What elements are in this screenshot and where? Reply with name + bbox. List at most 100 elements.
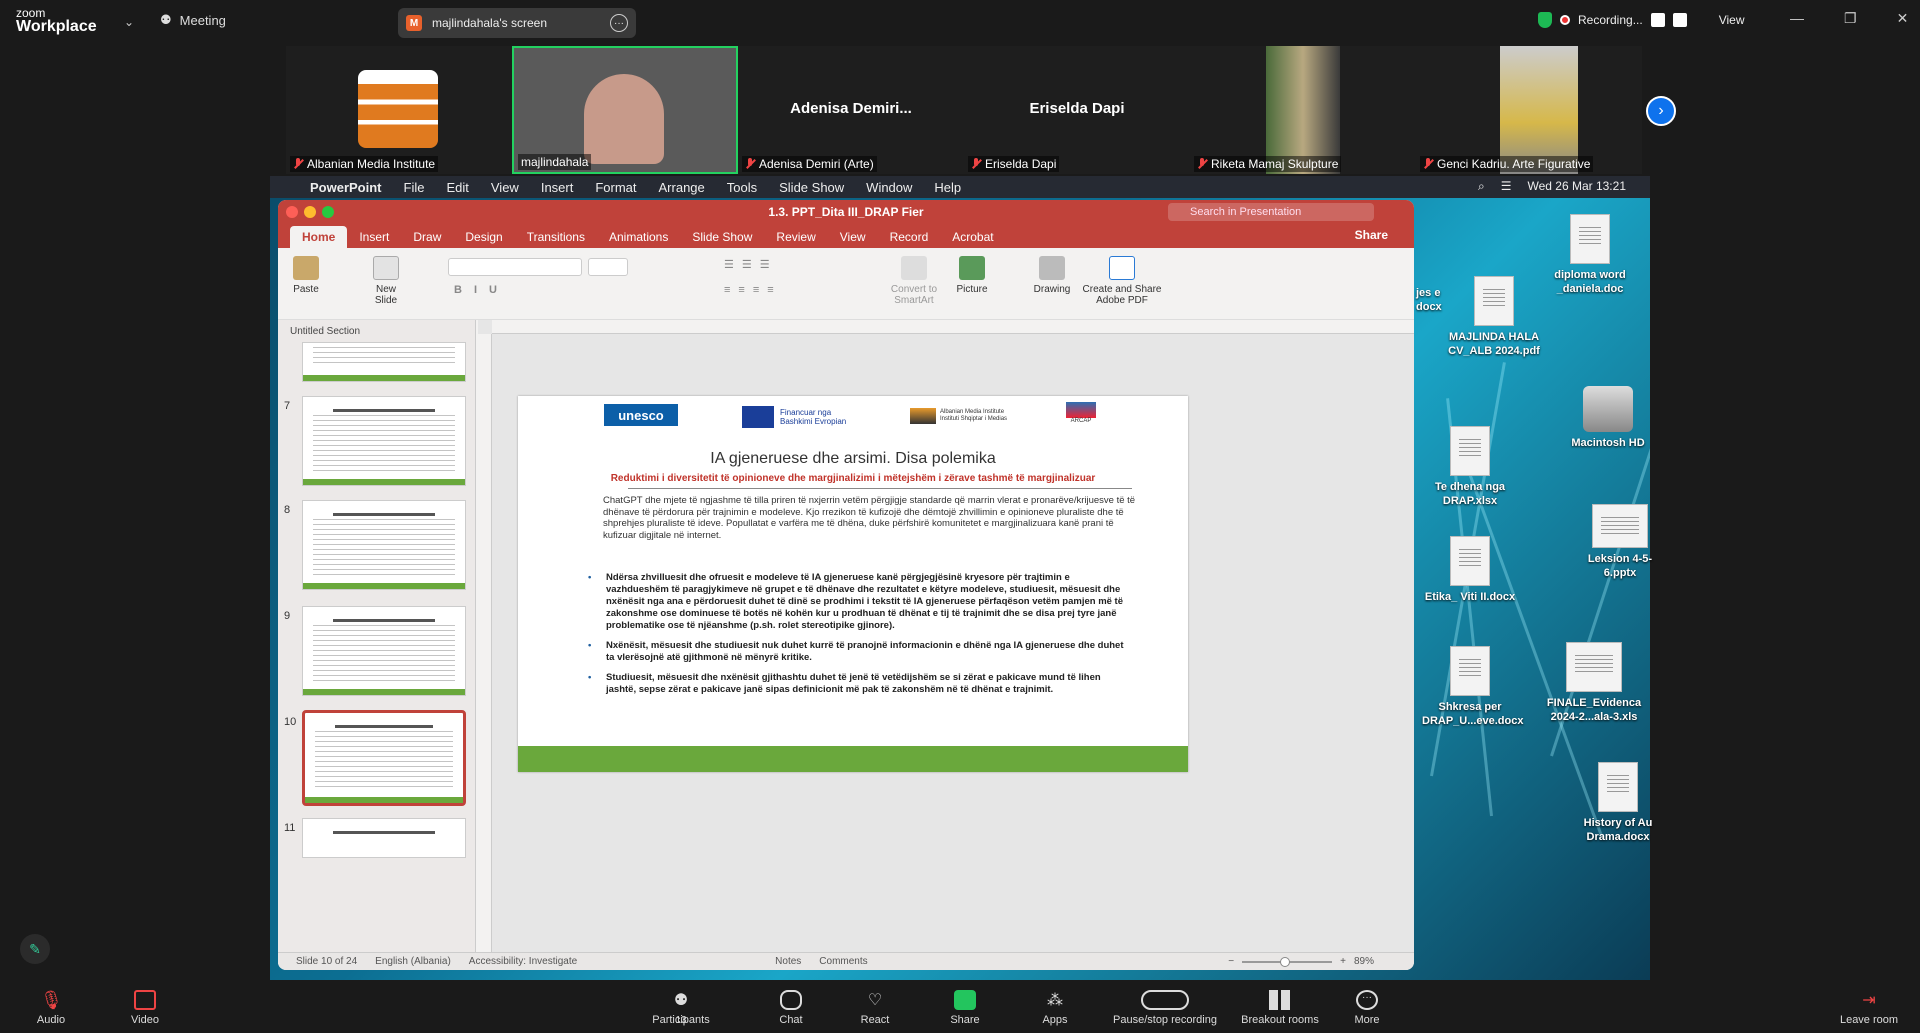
tab-slide-show[interactable]: Slide Show — [680, 226, 764, 248]
desktop-file[interactable]: MAJLINDA HALA CV_ALB 2024.pdf — [1446, 276, 1542, 358]
desktop-drive[interactable]: Macintosh HD — [1560, 386, 1656, 450]
desktop-file[interactable]: diplomа word _daniela.doc — [1542, 214, 1638, 296]
minimize-icon[interactable]: — — [1790, 10, 1804, 27]
notes-button[interactable]: Notes — [775, 956, 801, 967]
drawing-button[interactable]: Drawing — [1030, 256, 1074, 295]
menu-insert[interactable]: Insert — [541, 180, 574, 195]
more-icon[interactable]: ··· — [610, 14, 628, 32]
menu-format[interactable]: Format — [595, 180, 636, 195]
desktop-file[interactable]: jes e docx — [1416, 286, 1456, 314]
tab-acrobat[interactable]: Acrobat — [940, 226, 1005, 248]
video-button[interactable]: Video — [100, 990, 190, 1026]
slide-thumbnail[interactable] — [302, 606, 466, 696]
font-size-input[interactable] — [588, 258, 628, 276]
meeting-label: Meeting — [179, 12, 226, 28]
slide-thumbnail[interactable] — [302, 500, 466, 590]
convert-smartart-button[interactable]: Convert to SmartArt — [886, 256, 942, 306]
slide-thumbnail[interactable] — [302, 818, 466, 858]
slide-thumbnail-selected[interactable] — [302, 710, 466, 806]
apps-button[interactable]: ⁂ Apps — [1010, 990, 1100, 1026]
participant-name: Albanian Media Institute — [307, 157, 436, 171]
tab-review[interactable]: Review — [764, 226, 827, 248]
muted-mic-icon — [971, 158, 981, 170]
menu-view[interactable]: View — [491, 180, 519, 195]
menu-edit[interactable]: Edit — [446, 180, 468, 195]
chevron-down-icon[interactable]: ⌄ — [124, 15, 134, 29]
control-center-icon[interactable]: ☰ — [1501, 179, 1512, 194]
leave-room-button[interactable]: ⇥ Leave room — [1824, 990, 1914, 1026]
menu-file[interactable]: File — [404, 180, 425, 195]
menu-app-name[interactable]: PowerPoint — [310, 180, 382, 195]
zoom-level[interactable]: 89% — [1354, 956, 1374, 967]
menu-arrange[interactable]: Arrange — [659, 180, 705, 195]
search-input[interactable]: Search in Presentation — [1168, 203, 1374, 221]
menu-window[interactable]: Window — [866, 180, 912, 195]
new-slide-button[interactable]: New Slide — [364, 256, 408, 306]
accessibility-status[interactable]: Accessibility: Investigate — [469, 956, 577, 967]
comments-button[interactable]: Comments — [819, 956, 867, 967]
slide-thumbnail[interactable] — [302, 396, 466, 486]
menu-help[interactable]: Help — [934, 180, 961, 195]
next-page-arrow-icon[interactable]: › — [1646, 96, 1676, 126]
tab-home[interactable]: Home — [290, 226, 348, 248]
tab-animations[interactable]: Animations — [597, 226, 680, 248]
desktop-file[interactable]: History of Au Drama.docx — [1570, 762, 1666, 844]
screen-share-indicator[interactable]: M majlindahala's screen ··· — [398, 8, 636, 38]
participant-tile[interactable]: Albanian Media Institute — [286, 46, 512, 174]
share-button[interactable]: Share — [1355, 228, 1388, 242]
tab-design[interactable]: Design — [453, 226, 514, 248]
stop-recording-button[interactable] — [1672, 13, 1687, 27]
tab-transitions[interactable]: Transitions — [515, 226, 597, 248]
paste-button[interactable]: Paste — [286, 256, 326, 295]
participant-tile[interactable]: Riketa Mamaj Skulpture — [1190, 46, 1416, 174]
create-adobe-pdf-button[interactable]: Create and Share Adobe PDF — [1082, 256, 1162, 306]
tab-insert[interactable]: Insert — [347, 226, 401, 248]
tab-draw[interactable]: Draw — [401, 226, 453, 248]
current-slide[interactable]: unesco Financuar nga Bashkimi Evropian A… — [518, 396, 1188, 772]
pause-recording-button[interactable] — [1650, 13, 1665, 27]
align-buttons[interactable]: ≡≡≡≡ — [724, 284, 782, 296]
meeting-button[interactable]: ⚉ Meeting — [160, 12, 226, 28]
chat-button[interactable]: Chat — [746, 990, 836, 1026]
desktop-file[interactable]: Shkresa per DRAP_U...eve.docx — [1422, 646, 1523, 728]
shield-icon — [1538, 12, 1552, 28]
desktop-file[interactable]: Te dhena nga DRAP.xlsx — [1422, 426, 1518, 508]
menu-tools[interactable]: Tools — [727, 180, 757, 195]
share-screen-button[interactable]: Share — [920, 990, 1010, 1026]
menu-slide-show[interactable]: Slide Show — [779, 180, 844, 195]
format-buttons[interactable]: BIU — [454, 284, 509, 296]
annotate-pencil-icon[interactable]: ✎ — [20, 934, 50, 964]
desktop-file[interactable]: Leksion 4-5-6.pptx — [1572, 504, 1668, 580]
muted-mic-icon — [745, 158, 755, 170]
more-button[interactable]: ··· More — [1322, 990, 1412, 1026]
restore-icon[interactable]: ❐ — [1844, 10, 1857, 27]
tab-view[interactable]: View — [828, 226, 878, 248]
audio-button[interactable]: 🎙 Audio — [6, 990, 96, 1026]
participants-button[interactable]: ⚉ 13 Participants — [636, 990, 726, 1026]
participant-tile[interactable]: Adenisa Demiri... Adenisa Demiri (Arte) — [738, 46, 964, 174]
desktop-file[interactable]: Etika_ Viti II.docx — [1422, 536, 1518, 604]
desktop-file[interactable]: FINALE_Evidenca 2024-2...ala-3.xls — [1546, 642, 1642, 724]
breakout-rooms-button[interactable]: Breakout rooms — [1230, 990, 1330, 1026]
participant-tile[interactable]: Eriselda Dapi Eriselda Dapi — [964, 46, 1190, 174]
slide-thumbnail[interactable] — [302, 342, 466, 382]
picture-button[interactable]: Picture — [950, 256, 994, 295]
tab-record[interactable]: Record — [878, 226, 941, 248]
recording-area: Recording... View — [1538, 12, 1745, 28]
section-label[interactable]: Untitled Section — [278, 320, 475, 343]
search-icon[interactable]: ⌕ — [1478, 179, 1485, 194]
slide-number: 9 — [284, 610, 291, 622]
view-button[interactable]: View — [1719, 13, 1745, 27]
slide-editing-area[interactable]: unesco Financuar nga Bashkimi Evropian A… — [478, 320, 1414, 960]
participant-video — [1266, 46, 1340, 174]
react-button[interactable]: ♡ React — [830, 990, 920, 1026]
font-family-input[interactable] — [448, 258, 582, 276]
slide-subtitle: Reduktimi i diversitetit të opinioneve d… — [610, 473, 1096, 484]
participant-tile[interactable]: Genci Kadriu. Arte Figurative — [1416, 46, 1642, 174]
list-buttons[interactable]: ☰☰☰ — [724, 258, 778, 271]
zoom-slider[interactable]: − + 89% — [1228, 956, 1374, 967]
close-icon[interactable]: ✕ — [1897, 10, 1909, 27]
language-status[interactable]: English (Albania) — [375, 956, 451, 967]
pause-stop-recording-button[interactable]: Pause/stop recording — [1110, 990, 1220, 1026]
participant-tile-active[interactable]: majlindahala — [512, 46, 738, 174]
